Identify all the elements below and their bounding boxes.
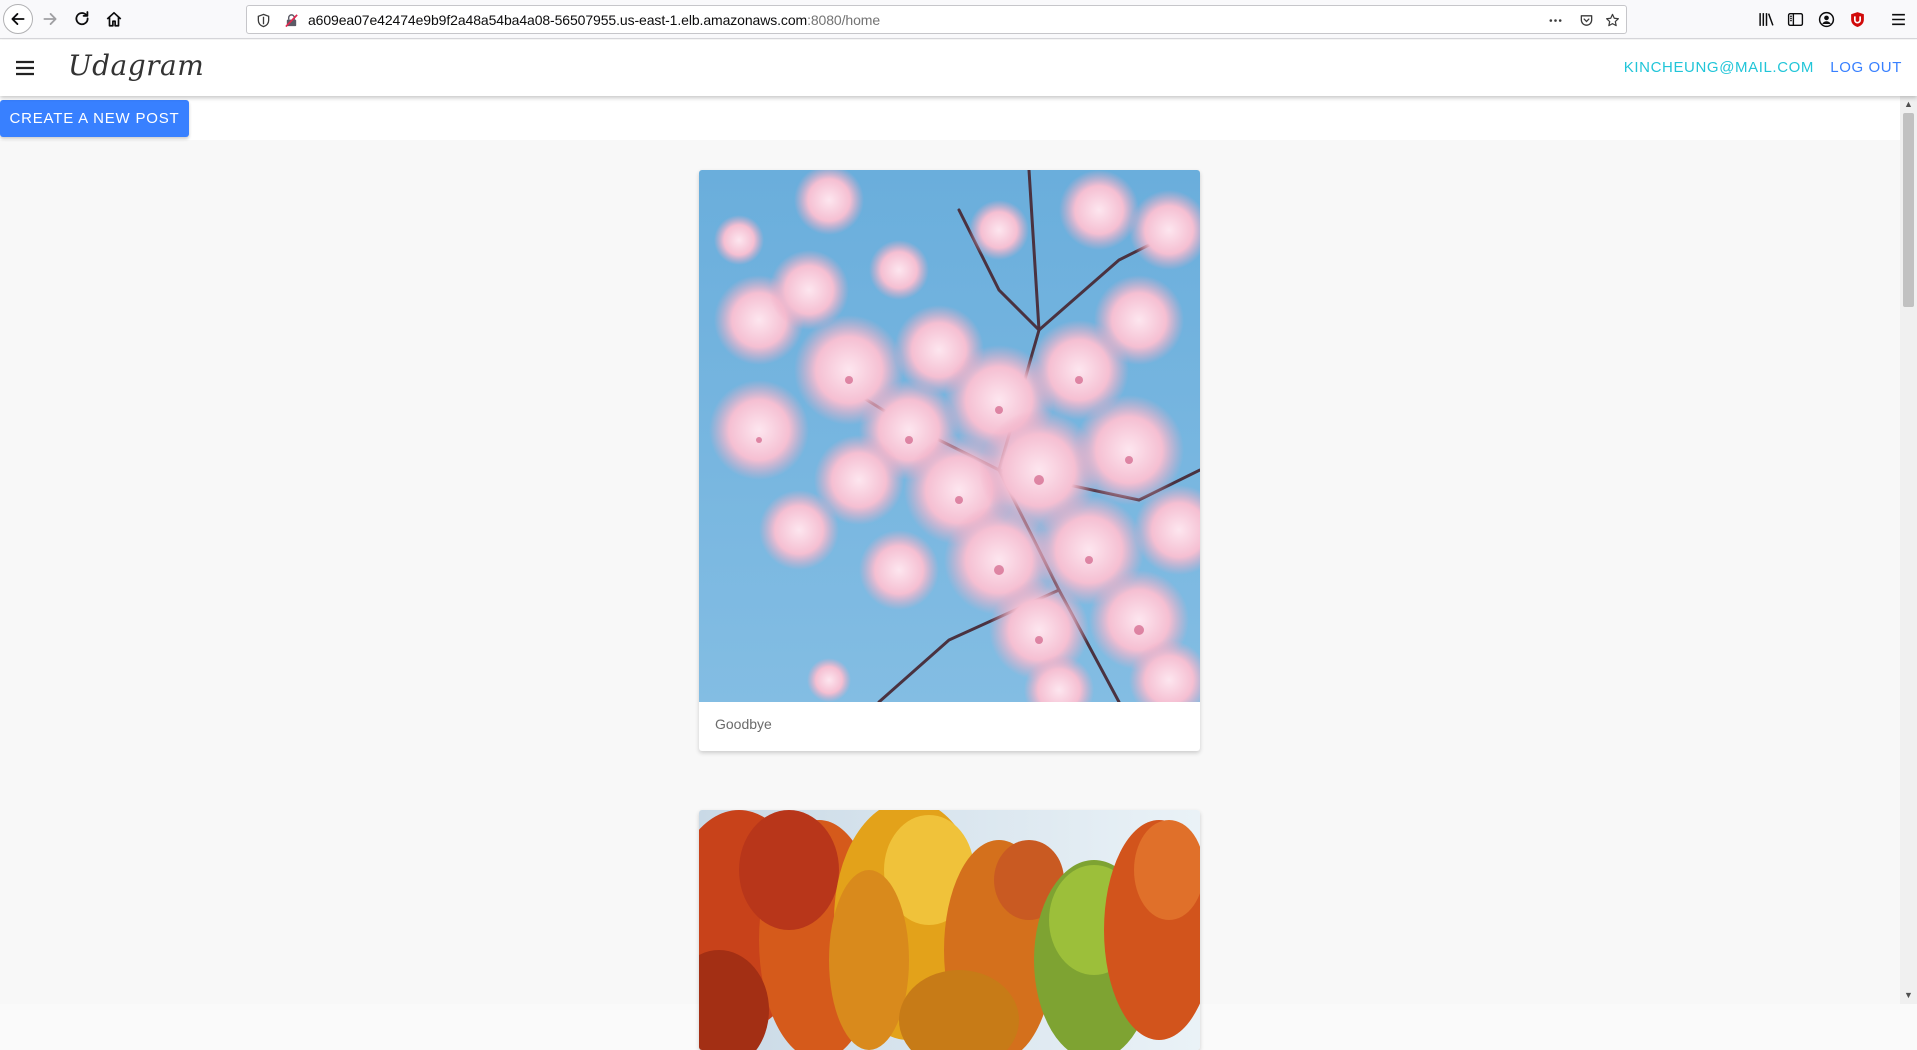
- page-scrollbar[interactable]: ▲ ▼: [1900, 96, 1917, 1004]
- forward-button[interactable]: [35, 4, 65, 34]
- home-icon: [106, 11, 122, 27]
- user-email-link[interactable]: KINCHEUNG@MAIL.COM: [1624, 59, 1814, 76]
- url-text[interactable]: a609ea07e42474e9b9f2a48a54ba4a08-5650795…: [308, 12, 880, 28]
- cherry-blossom-photo: [699, 170, 1200, 702]
- account-icon[interactable]: [1817, 10, 1835, 28]
- back-icon: [11, 13, 25, 25]
- scroll-down-icon[interactable]: ▼: [1904, 991, 1913, 1000]
- logout-button[interactable]: LOG OUT: [1830, 59, 1902, 76]
- autumn-trees-photo: [699, 810, 1200, 1050]
- feed-content[interactable]: CREATE A NEW POST Goodbye: [0, 96, 1917, 1050]
- app-header: Udagram KINCHEUNG@MAIL.COM LOG OUT: [0, 40, 1917, 96]
- scroll-up-icon[interactable]: ▲: [1904, 100, 1913, 109]
- url-path: :8080/home: [807, 12, 881, 28]
- url-bar[interactable]: a609ea07e42474e9b9f2a48a54ba4a08-5650795…: [246, 5, 1627, 34]
- more-icon[interactable]: [1547, 12, 1563, 28]
- scrollbar-thumb[interactable]: [1903, 113, 1914, 307]
- url-host: a609ea07e42474e9b9f2a48a54ba4a08-5650795…: [308, 12, 808, 28]
- post-caption: Goodbye: [715, 716, 772, 732]
- hamburger-menu-icon: [16, 60, 34, 76]
- ublock-icon[interactable]: [1848, 10, 1866, 28]
- sidebar-icon[interactable]: [1786, 10, 1804, 28]
- post-card: Goodbye: [699, 170, 1200, 751]
- pocket-icon[interactable]: [1578, 12, 1594, 28]
- bookmark-star-icon[interactable]: [1604, 12, 1620, 28]
- home-button[interactable]: [99, 4, 129, 34]
- library-icon[interactable]: [1757, 10, 1775, 28]
- forward-icon: [43, 13, 57, 25]
- browser-toolbar: a609ea07e42474e9b9f2a48a54ba4a08-5650795…: [0, 0, 1917, 39]
- reload-button[interactable]: [67, 4, 97, 34]
- app-brand: Udagram: [68, 49, 205, 82]
- back-button[interactable]: [3, 4, 33, 34]
- shield-icon[interactable]: [255, 12, 271, 28]
- reload-icon: [75, 11, 89, 26]
- create-new-post-button[interactable]: CREATE A NEW POST: [0, 100, 189, 137]
- post-card: [699, 810, 1200, 1050]
- insecure-lock-icon[interactable]: [283, 12, 299, 28]
- app-menu-icon[interactable]: [1889, 10, 1907, 28]
- feed-header: CREATE A NEW POST: [0, 96, 1917, 140]
- hamburger-menu-button[interactable]: [12, 55, 38, 81]
